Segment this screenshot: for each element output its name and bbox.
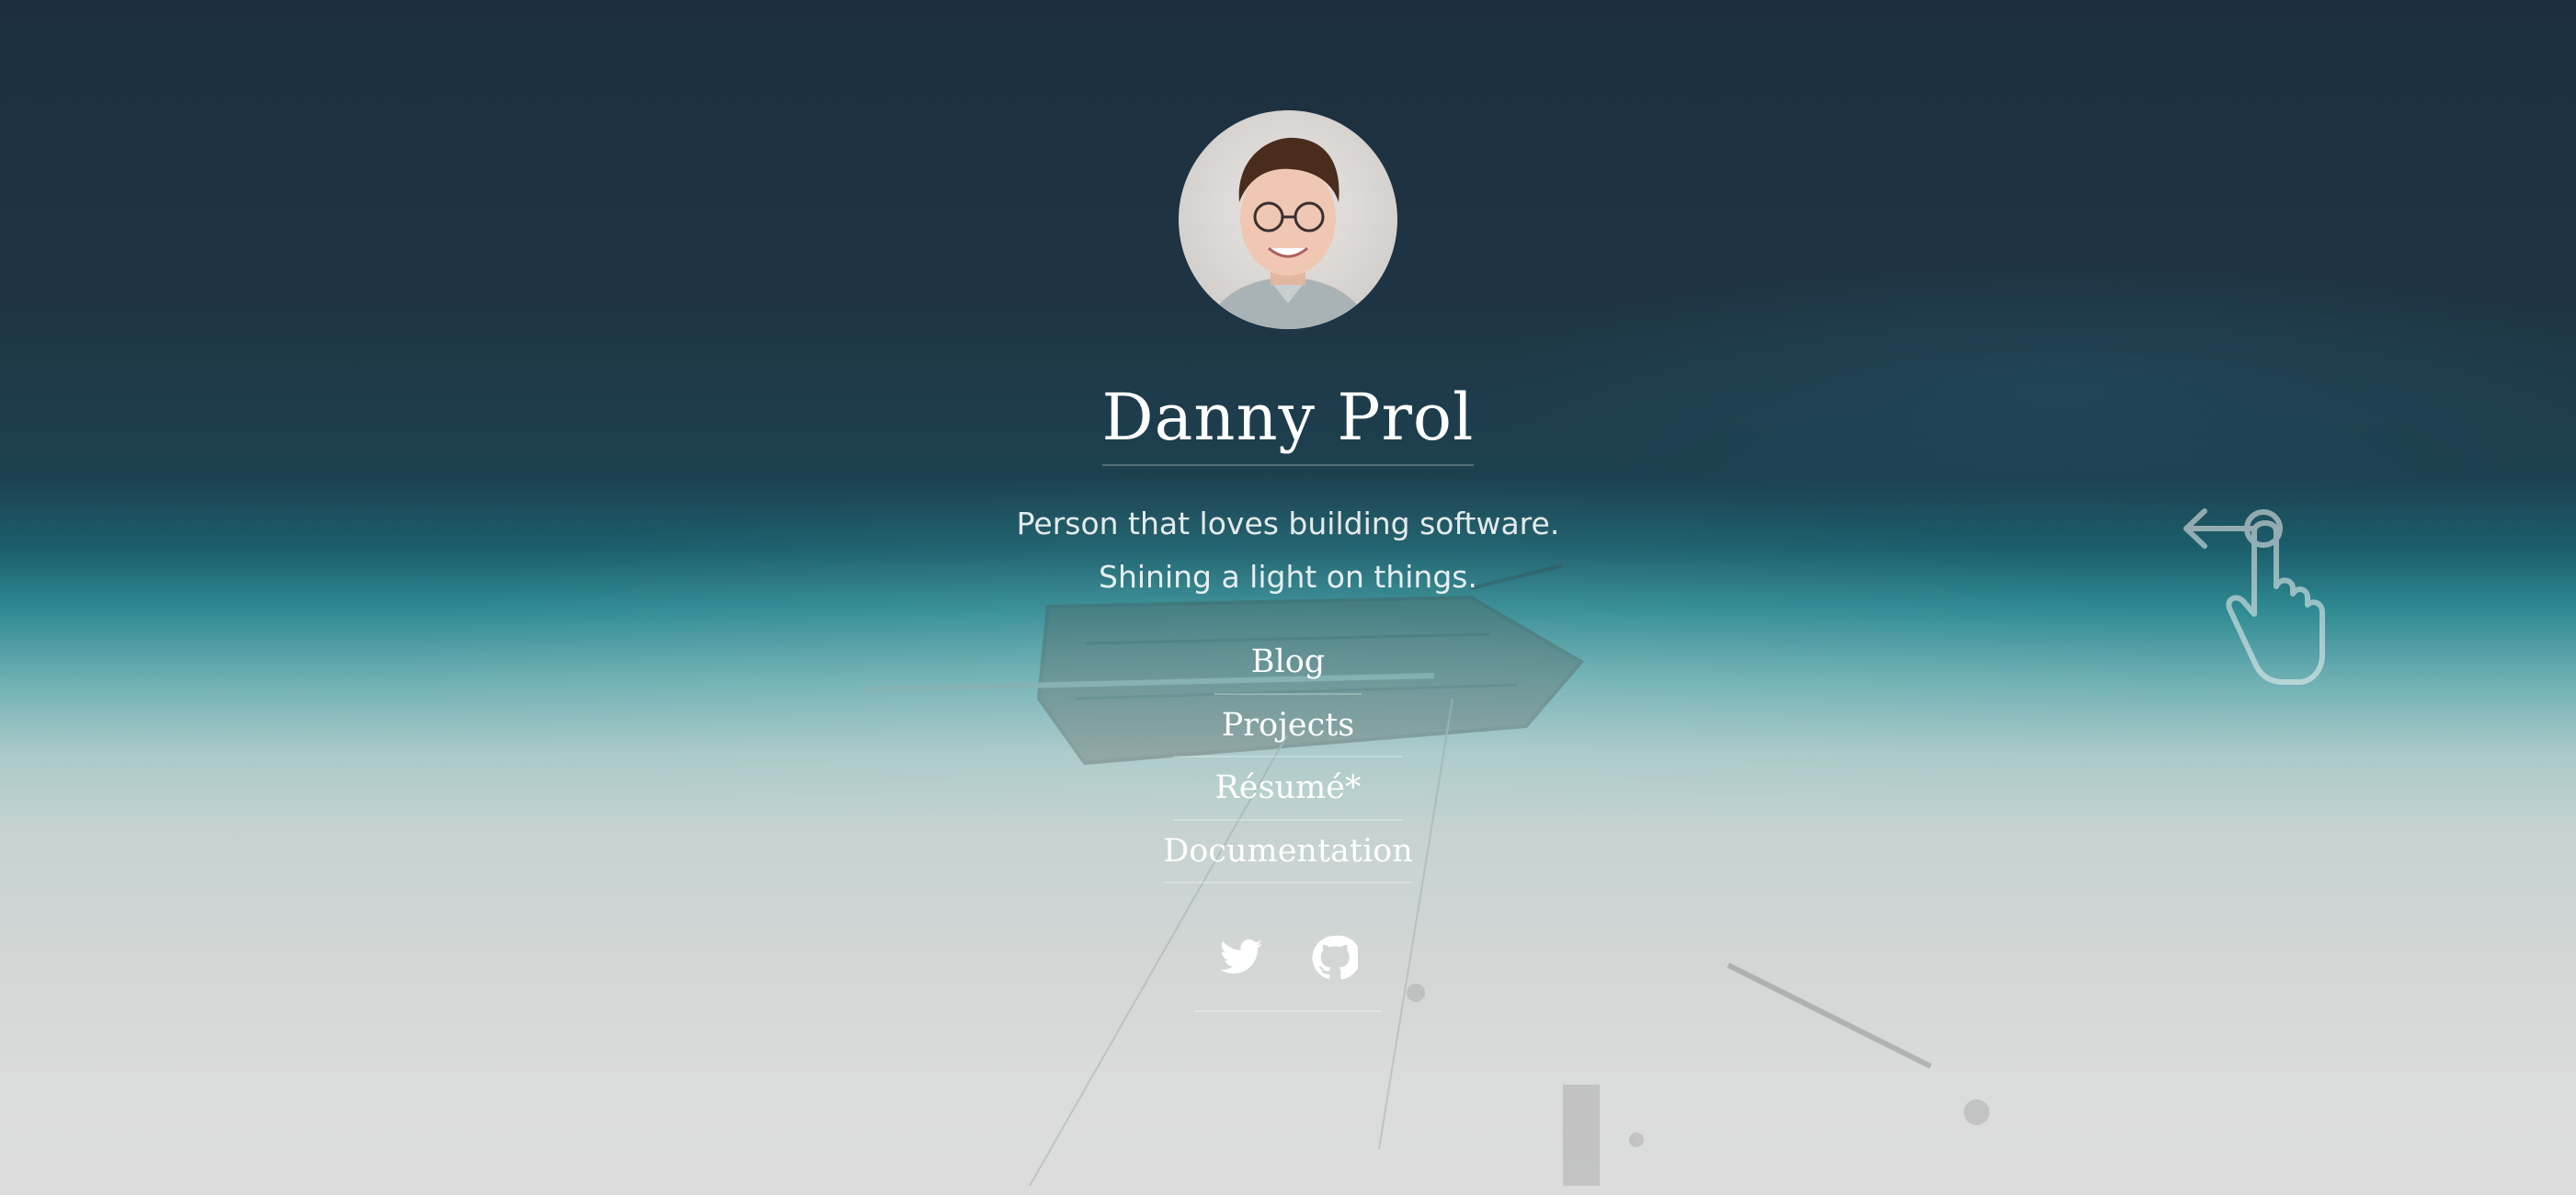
tagline: Person that loves building software. Shi… (1017, 497, 1560, 604)
github-icon[interactable] (1312, 935, 1361, 981)
twitter-icon[interactable] (1218, 935, 1264, 981)
nav-link-documentation[interactable]: Documentation (1163, 821, 1413, 883)
main-nav: Blog Projects Résumé* Documentation (1163, 632, 1413, 883)
swipe-left-hand-icon (2179, 504, 2326, 688)
nav-link-blog[interactable]: Blog (1214, 632, 1362, 695)
social-links (1194, 935, 1382, 1012)
person-photo-icon (1206, 137, 1370, 329)
nav-link-resume[interactable]: Résumé* (1173, 757, 1403, 821)
tagline-line-2: Shining a light on things. (1099, 559, 1477, 595)
tagline-line-1: Person that loves building software. (1016, 506, 1560, 541)
avatar (1179, 110, 1397, 329)
nav-link-projects[interactable]: Projects (1173, 695, 1403, 757)
profile-name: Danny Prol (1101, 382, 1475, 466)
